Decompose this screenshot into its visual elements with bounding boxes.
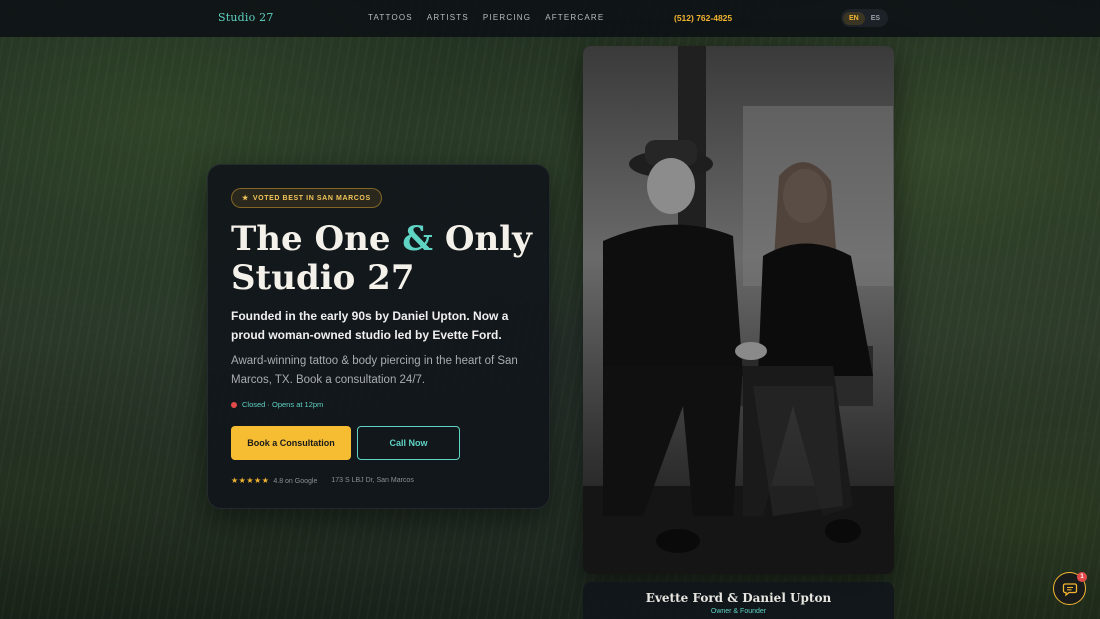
award-badge-label: VOTED BEST IN SAN MARCOS <box>252 194 371 202</box>
call-now-button[interactable]: Call Now <box>357 426 460 460</box>
nav-links: TATTOOS ARTISTS PIERCING AFTERCARE <box>368 13 604 22</box>
top-navbar: Studio 27 TATTOOS ARTISTS PIERCING AFTER… <box>0 0 1100 37</box>
hero-card: ★ VOTED BEST IN SAN MARCOS The One & Onl… <box>207 164 550 509</box>
nav-link-artists[interactable]: ARTISTS <box>427 13 469 22</box>
owners-photo-illustration <box>583 46 894 574</box>
chat-notification-badge: 1 <box>1077 572 1087 582</box>
open-status: Closed · Opens at 12pm <box>231 400 323 409</box>
photo-caption-role: Owner & Founder <box>710 608 767 615</box>
nav-link-tattoos[interactable]: TATTOOS <box>368 13 413 22</box>
chat-bubble-icon <box>1062 582 1077 596</box>
lang-es-button[interactable]: ES <box>865 12 886 25</box>
rating-label: 4.8 on Google <box>273 478 318 485</box>
owners-photo <box>583 46 894 574</box>
studio-address[interactable]: 173 S LBJ Dr, San Marcos <box>331 477 413 484</box>
open-status-label: Closed · Opens at 12pm <box>242 400 324 409</box>
rating-stars-icon: ★★★★★ <box>231 476 270 485</box>
hero-lead: Founded in the early 90s by Daniel Upton… <box>231 309 509 342</box>
star-icon: ★ <box>242 195 249 202</box>
language-switcher: EN ES <box>841 9 889 27</box>
phone-link[interactable]: (512) 762-4825 <box>674 13 732 23</box>
nav-link-piercing[interactable]: PIERCING <box>483 13 531 22</box>
photo-caption: Evette Ford & Daniel Upton Owner & Found… <box>583 582 894 619</box>
google-rating[interactable]: ★★★★★ 4.8 on Google <box>231 476 317 485</box>
status-dot-icon <box>231 401 237 408</box>
photo-caption-name: Evette Ford & Daniel Upton <box>645 591 832 605</box>
hero-title-ampersand: & <box>402 219 433 259</box>
hero-title-line2: Studio 27 <box>231 258 415 298</box>
hero-description: Award-winning tattoo & body piercing in … <box>231 355 518 386</box>
book-consultation-button[interactable]: Book a Consultation <box>231 426 351 460</box>
lang-en-button[interactable]: EN <box>843 11 865 25</box>
hero-title-part2: Only <box>433 219 532 259</box>
hero-meta: ★★★★★ 4.8 on Google 173 S LBJ Dr, San Mar… <box>231 476 414 485</box>
award-badge: ★ VOTED BEST IN SAN MARCOS <box>231 188 382 208</box>
brand-logo[interactable]: Studio 27 <box>218 11 274 24</box>
background-image <box>0 0 1100 619</box>
hero-title: The One & Only Studio 27 <box>231 220 541 298</box>
hero-title-part1: The One <box>231 219 403 259</box>
nav-link-aftercare[interactable]: AFTERCARE <box>545 13 604 22</box>
